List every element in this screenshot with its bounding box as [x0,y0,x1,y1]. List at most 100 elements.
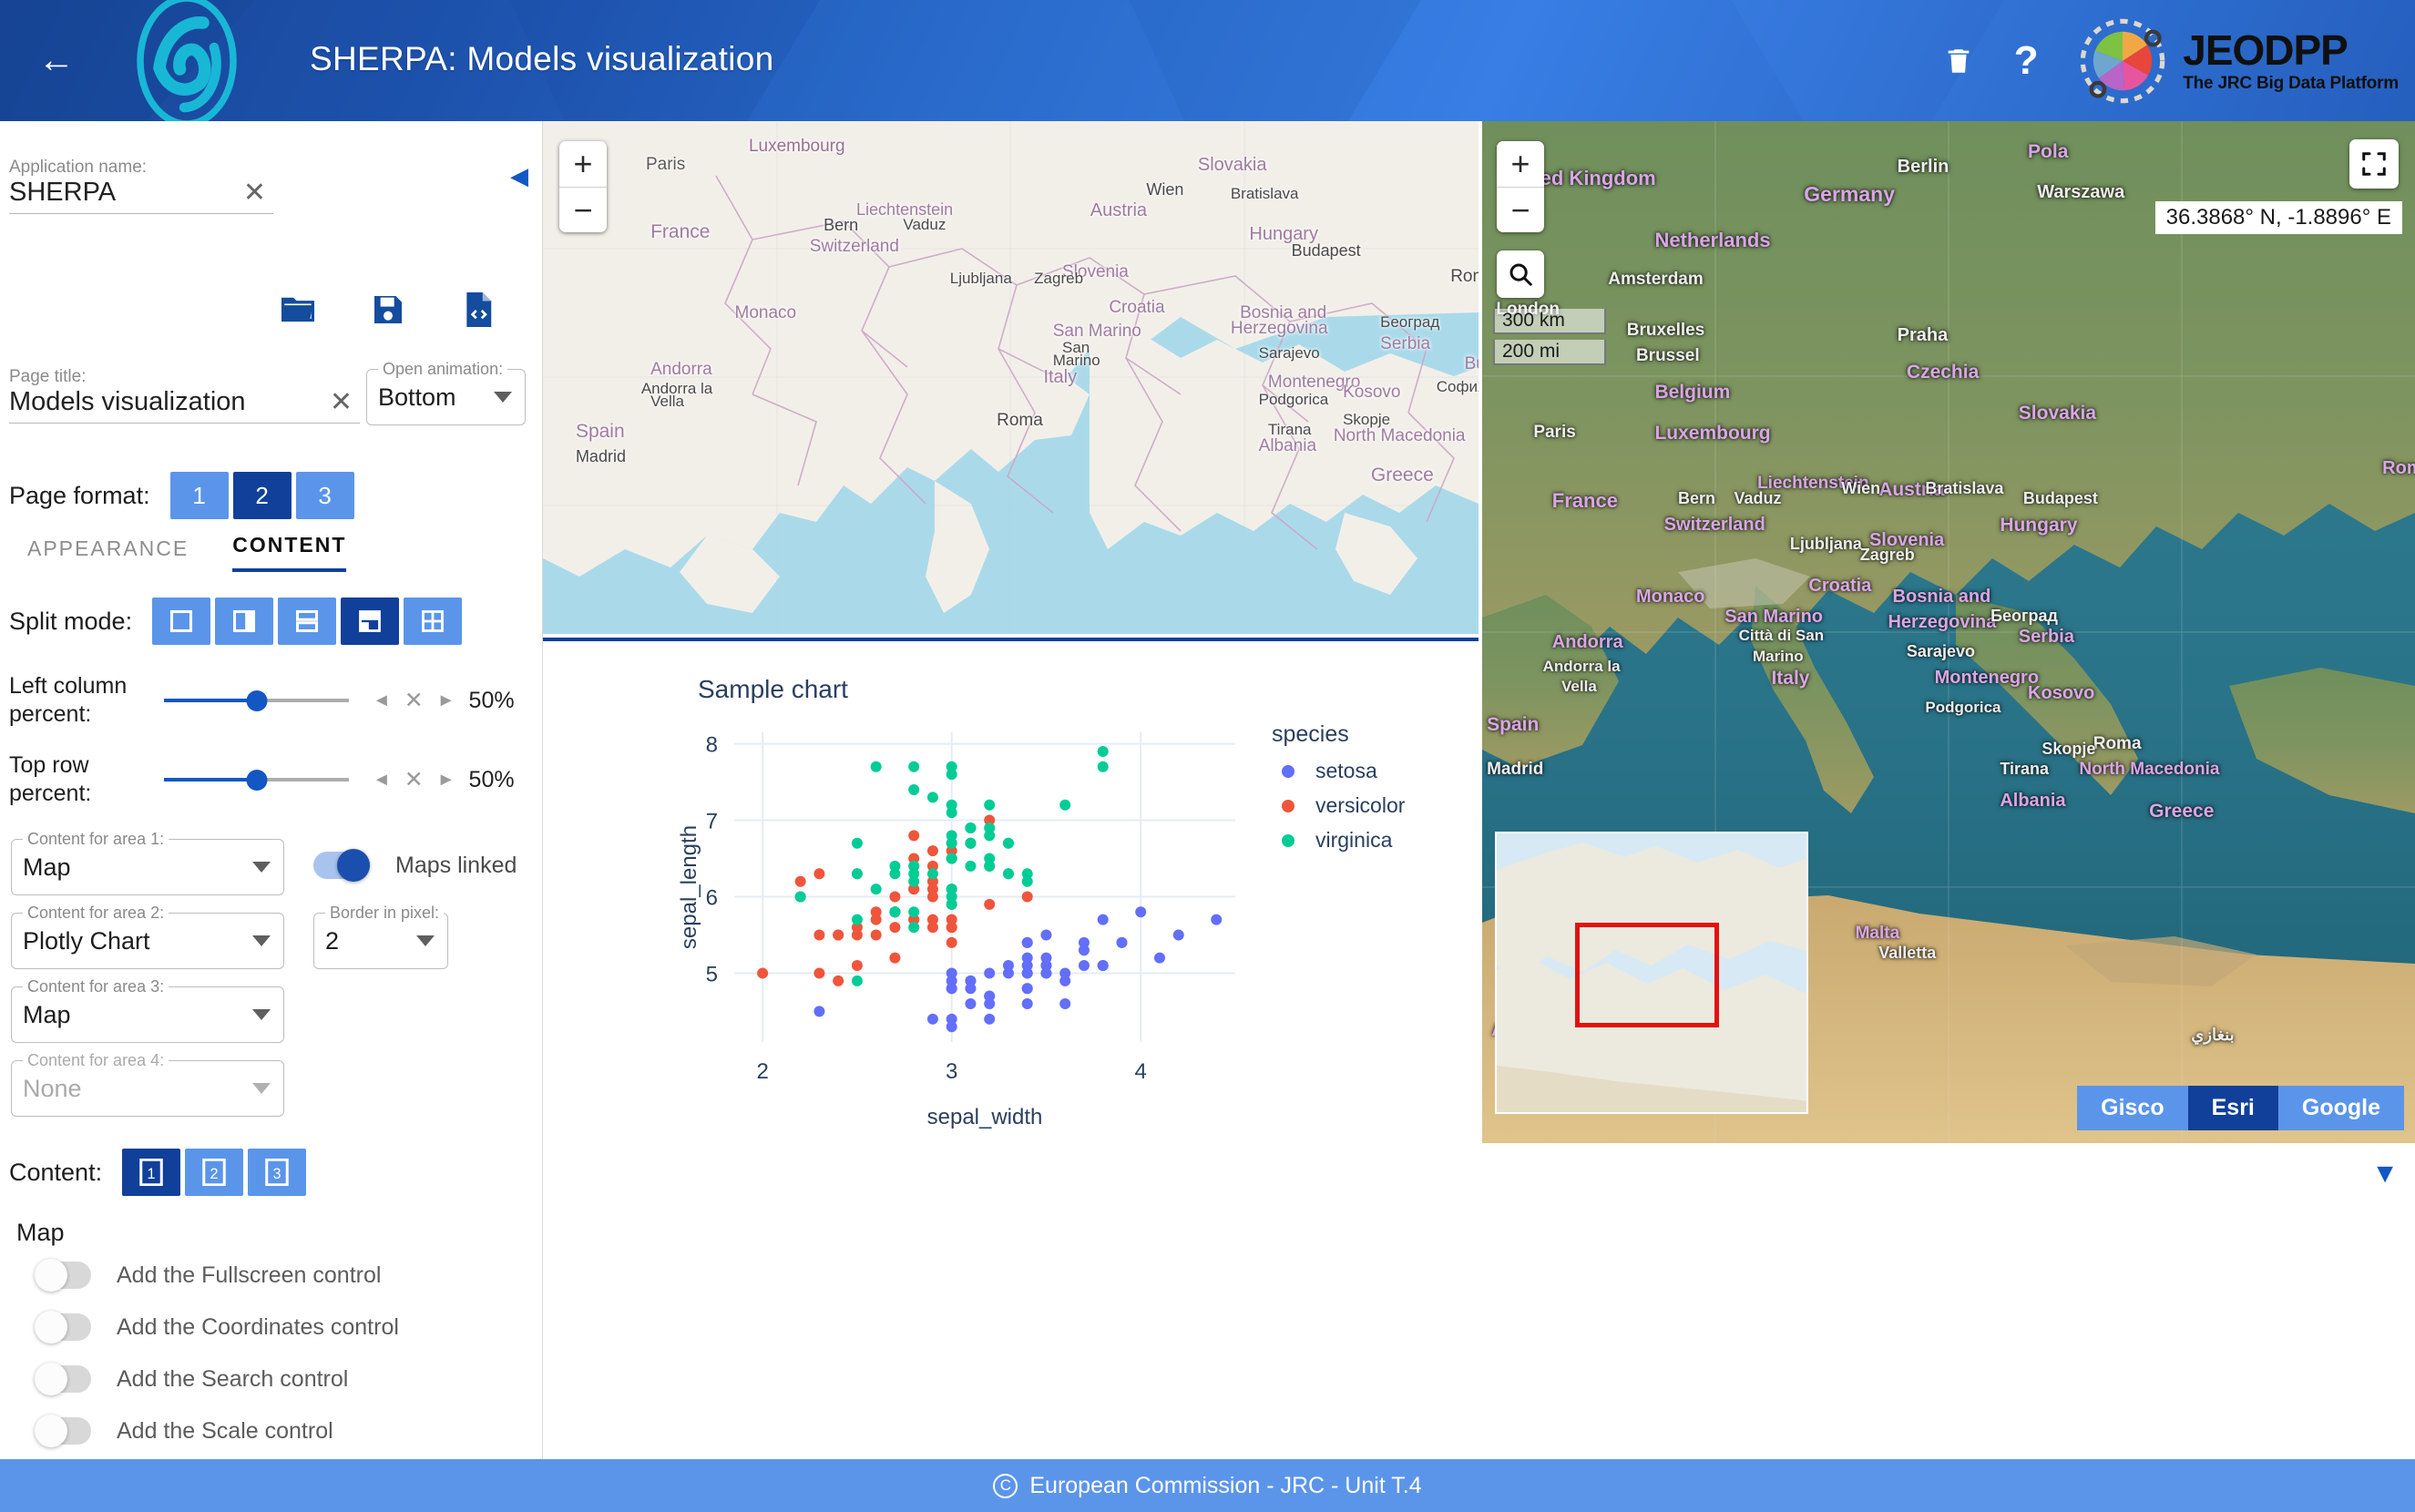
plotly-chart-area[interactable]: Sample chart2345678sepal_widthsepal_leng… [543,638,1479,1152]
application-name-field[interactable]: Application name: SHERPA ✕ [9,158,273,214]
map-3-overview-control[interactable] [1495,832,1808,1114]
page-format-button-2[interactable]: 2 [233,472,292,519]
content-button-3[interactable]: 3 [248,1149,306,1196]
content-area-3-select[interactable]: Content for area 3: Map [11,986,284,1043]
svg-text:3: 3 [273,1166,281,1182]
map-3-zoom-out-button[interactable]: − [1497,187,1544,232]
split-mode-top-bottom[interactable] [278,598,336,645]
toggle-fullscreen-control[interactable]: Add the Fullscreen control [35,1262,381,1289]
page-title-field[interactable]: Page title: Models visualization ✕ [9,367,360,424]
brand-tagline: The JRC Big Data Platform [2183,75,2399,92]
maps-linked-toggle[interactable] [313,852,370,879]
content-buttons: 1 2 3 [122,1149,306,1196]
toggle-search-control[interactable]: Add the Search control [35,1365,348,1393]
chevron-down-icon[interactable] [252,862,271,873]
svg-text:virginica: virginica [1315,828,1393,852]
chevron-down-icon[interactable] [252,1009,271,1020]
map-1-zoom-in-button[interactable]: + [559,141,607,187]
basemap-button-google[interactable]: Google [2278,1086,2404,1130]
map-3-scale-km: 300 km [1493,309,1606,334]
open-file-button[interactable] [278,290,318,330]
map-1-zoom-control[interactable]: + − [559,141,607,232]
toggle-scale-control[interactable]: Add the Scale control [35,1417,333,1445]
split-mode-top-split-bottom[interactable] [341,598,399,645]
map-3-zoom-in-button[interactable]: + [1497,141,1544,187]
page-format-button-3[interactable]: 3 [296,472,354,519]
toggle-label: Add the Search control [117,1366,348,1393]
application-name-value[interactable]: SHERPA [9,178,273,214]
svg-text:8: 8 [706,733,718,758]
trash-icon[interactable] [1940,41,1977,81]
split-mode-quad[interactable] [404,598,462,645]
map-area-1[interactable]: LuxembourgParisSlovakiaAustriaLiechtenst… [543,121,1479,634]
border-pixel-label: Border in pixel: [325,904,444,923]
open-animation-select[interactable]: Open animation: Bottom [366,369,526,425]
slider-knob[interactable] [246,690,267,711]
content-button-1[interactable]: 1 [122,1149,180,1196]
content-area-3-value: Map [23,1001,71,1029]
border-pixel-select[interactable]: Border in pixel: 2 [313,913,448,969]
help-icon[interactable]: ? [2010,41,2042,81]
svg-text:3: 3 [946,1059,957,1084]
clear-page-title-icon[interactable]: ✕ [330,389,353,416]
decrement-icon[interactable]: ◄ [373,690,391,711]
toggle-switch[interactable] [35,1417,91,1445]
maps-linked-label: Maps linked [395,853,517,879]
top-row-percent-slider[interactable] [164,769,349,791]
tab-appearance[interactable]: APPEARANCE [27,536,189,572]
map-area-3[interactable]: ted KingdomNetherlandsAmsterdamLondonBru… [1482,121,2415,1143]
jeodpp-brand: JEODPP The JRC Big Data Platform [2075,14,2399,108]
page-title-value[interactable]: Models visualization [9,387,360,424]
content-area-2-label: Content for area 2: [23,904,169,923]
toggle-switch[interactable] [35,1262,91,1289]
save-button[interactable] [368,290,408,330]
reset-icon[interactable]: ✕ [404,687,424,714]
toggle-switch[interactable] [35,1313,91,1341]
map-3-zoom-control[interactable]: + − [1497,141,1544,232]
map-1-zoom-out-button[interactable]: − [559,187,607,232]
chevron-down-icon [252,1083,271,1094]
toggle-coordinates-control[interactable]: Add the Coordinates control [35,1313,399,1341]
content-area-2-select[interactable]: Content for area 2: Plotly Chart [11,913,284,969]
map-3-fullscreen-button[interactable] [2349,139,2399,189]
page-title: SHERPA: Models visualization [310,40,773,78]
back-arrow-icon[interactable]: ← [36,43,77,79]
split-mode-single[interactable] [152,598,210,645]
clear-application-name-icon[interactable]: ✕ [243,179,266,207]
reset-icon[interactable]: ✕ [404,766,424,793]
increment-icon[interactable]: ► [437,690,455,711]
chevron-down-icon[interactable] [494,392,512,403]
toggle-switch[interactable] [35,1365,91,1393]
collapse-panel-icon[interactable]: ◀ [510,162,528,190]
basemap-button-esri[interactable]: Esri [2188,1086,2278,1130]
toggle-label: Add the Fullscreen control [117,1262,381,1289]
basemap-button-gisco[interactable]: Gisco [2077,1086,2187,1130]
slider-knob[interactable] [246,770,267,791]
content-button-2[interactable]: 2 [185,1149,243,1196]
tab-content[interactable]: CONTENT [232,533,346,572]
svg-text:5: 5 [706,962,718,986]
toggle-knob [35,1415,67,1447]
chevron-down-icon[interactable] [252,935,271,946]
map-1-canvas [543,121,1479,634]
application-name-label: Application name: [9,158,273,178]
increment-icon[interactable]: ► [437,770,455,791]
sherpa-application: ← SHERPA: Models visualization ? [0,0,2415,1512]
toggle-knob [337,849,370,882]
fullscreen-icon [2360,150,2388,178]
map-3-search-button[interactable] [1497,250,1544,298]
toggle-knob [35,1363,67,1395]
decrement-icon[interactable]: ◄ [373,770,391,791]
left-column-percent-slider[interactable] [164,690,349,711]
app-header: ← SHERPA: Models visualization ? [0,0,2415,121]
split-mode-left-right[interactable] [215,598,273,645]
header-actions: ? JEODPP The [1940,0,2399,121]
expand-bottom-icon[interactable]: ▼ [2371,1159,2399,1190]
svg-text:6: 6 [706,885,718,910]
svg-text:setosa: setosa [1315,759,1377,782]
chevron-down-icon[interactable] [416,935,435,946]
export-code-button[interactable] [458,290,498,330]
page-format-button-1[interactable]: 1 [170,472,229,519]
panel-tabs: APPEARANCE CONTENT [27,533,346,572]
content-area-1-select[interactable]: Content for area 1: Map [11,839,284,895]
